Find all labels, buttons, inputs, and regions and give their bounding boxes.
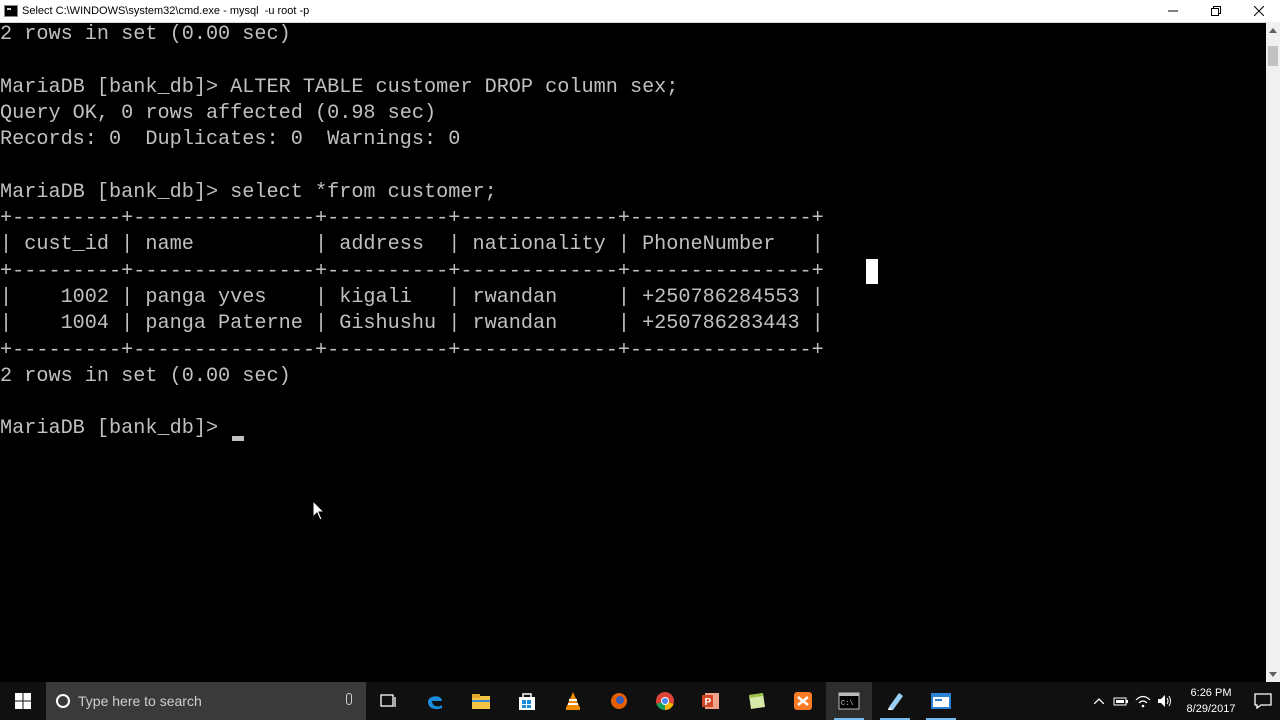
- console-line: MariaDB [bank_db]> select *from customer…: [0, 180, 497, 204]
- taskbar-app-powerpoint[interactable]: P: [688, 682, 734, 720]
- console-line: Records: 0 Duplicates: 0 Warnings: 0: [0, 128, 461, 152]
- clock-time: 6:26 PM: [1190, 687, 1232, 699]
- table-row: | 1004 | panga Paterne | Gishushu | rwan…: [0, 312, 824, 336]
- taskbar-app-cmd[interactable]: C:\: [826, 682, 872, 720]
- chevron-up-icon: [1269, 28, 1277, 33]
- console-line: 2 rows in set (0.00 sec): [0, 364, 291, 388]
- console-text: 2 rows in set (0.00 sec) MariaDB [bank_d…: [0, 22, 824, 443]
- volume-control[interactable]: [1154, 682, 1176, 720]
- window-title: Select C:\WINDOWS\system32\cmd.exe - mys…: [22, 5, 310, 17]
- taskbar-app-paint[interactable]: [872, 682, 918, 720]
- restore-button[interactable]: [1194, 0, 1237, 22]
- microphone-icon[interactable]: [346, 693, 352, 705]
- xampp-icon: [794, 692, 812, 710]
- taskbar-app-firefox[interactable]: [596, 682, 642, 720]
- minimize-icon: [1167, 10, 1178, 12]
- taskbar-app-chrome[interactable]: [642, 682, 688, 720]
- selection-cursor: [866, 259, 878, 284]
- powerpoint-icon: P: [702, 693, 719, 709]
- paint-icon: [888, 693, 903, 710]
- firefox-icon: [611, 693, 627, 709]
- table-header-row: | cust_id | name | address | nationality…: [0, 233, 824, 257]
- close-icon: [1253, 6, 1264, 16]
- prompt-line: MariaDB [bank_db]>: [0, 417, 231, 441]
- svg-text:C:\: C:\: [841, 700, 854, 708]
- console-line: Query OK, 0 rows affected (0.98 sec): [0, 101, 437, 125]
- window-controls: [1151, 0, 1280, 22]
- minimize-button[interactable]: [1151, 0, 1194, 22]
- file-explorer-icon: [472, 694, 490, 709]
- taskbar-app-explorer[interactable]: [458, 682, 504, 720]
- taskbar-app-store[interactable]: [504, 682, 550, 720]
- taskbar-clock[interactable]: 6:26 PM 8/29/2017: [1176, 685, 1246, 717]
- scroll-up-button[interactable]: [1266, 22, 1280, 38]
- battery-status[interactable]: [1110, 682, 1132, 720]
- search-placeholder: Type here to search: [78, 693, 202, 709]
- windows-logo-icon: [15, 693, 31, 709]
- task-view-icon: [380, 694, 396, 707]
- mouse-pointer-icon: [312, 500, 326, 521]
- action-center-button[interactable]: [1246, 682, 1280, 720]
- clock-date: 8/29/2017: [1186, 703, 1236, 715]
- chevron-down-icon: [1269, 672, 1277, 677]
- cmd-icon: C:\: [838, 692, 860, 710]
- close-button[interactable]: [1237, 0, 1280, 22]
- taskbar-app-xampp[interactable]: [780, 682, 826, 720]
- speaker-icon: [1158, 695, 1171, 707]
- network-status[interactable]: [1132, 682, 1154, 720]
- chevron-up-icon: [1094, 698, 1104, 704]
- taskbar-app-notes[interactable]: [734, 682, 780, 720]
- edge-icon: [428, 696, 442, 710]
- search-box[interactable]: Type here to search: [46, 682, 366, 720]
- notes-icon: [749, 693, 765, 709]
- taskbar-app-vlc[interactable]: [550, 682, 596, 720]
- table-row: | 1002 | panga yves | kigali | rwandan |…: [0, 285, 824, 309]
- console-line: 2 rows in set (0.00 sec): [0, 23, 291, 46]
- text-cursor: [232, 436, 244, 441]
- vertical-scrollbar[interactable]: [1266, 22, 1280, 683]
- table-border: +---------+---------------+----------+--…: [0, 338, 824, 362]
- restore-icon: [1210, 6, 1221, 16]
- taskbar-app-window[interactable]: [918, 682, 964, 720]
- wifi-icon: [1135, 695, 1151, 708]
- taskbar: Type here to search P C:\ 6:26 PM 8/29/2…: [0, 682, 1280, 720]
- table-border: +---------+---------------+----------+--…: [0, 259, 824, 283]
- chrome-icon: [656, 692, 674, 710]
- notification-icon: [1254, 693, 1272, 709]
- window-app-icon: [931, 693, 951, 709]
- scrollbar-thumb[interactable]: [1268, 46, 1278, 66]
- store-icon: [519, 693, 535, 710]
- taskbar-app-edge[interactable]: [412, 682, 458, 720]
- start-button[interactable]: [0, 682, 46, 720]
- battery-icon: [1113, 697, 1128, 706]
- console-output[interactable]: 2 rows in set (0.00 sec) MariaDB [bank_d…: [0, 22, 1266, 683]
- cortana-icon: [56, 694, 70, 708]
- cmd-app-icon[interactable]: [4, 5, 18, 17]
- table-border: +---------+---------------+----------+--…: [0, 207, 824, 231]
- show-hidden-icons-button[interactable]: [1088, 682, 1110, 720]
- vlc-icon: [566, 692, 580, 710]
- console-line: MariaDB [bank_db]> ALTER TABLE customer …: [0, 75, 679, 99]
- task-view-button[interactable]: [366, 682, 412, 720]
- scroll-down-button[interactable]: [1266, 667, 1280, 683]
- svg-text:P: P: [705, 697, 712, 708]
- system-tray: 6:26 PM 8/29/2017: [1088, 682, 1280, 720]
- title-bar: Select C:\WINDOWS\system32\cmd.exe - mys…: [0, 0, 1280, 23]
